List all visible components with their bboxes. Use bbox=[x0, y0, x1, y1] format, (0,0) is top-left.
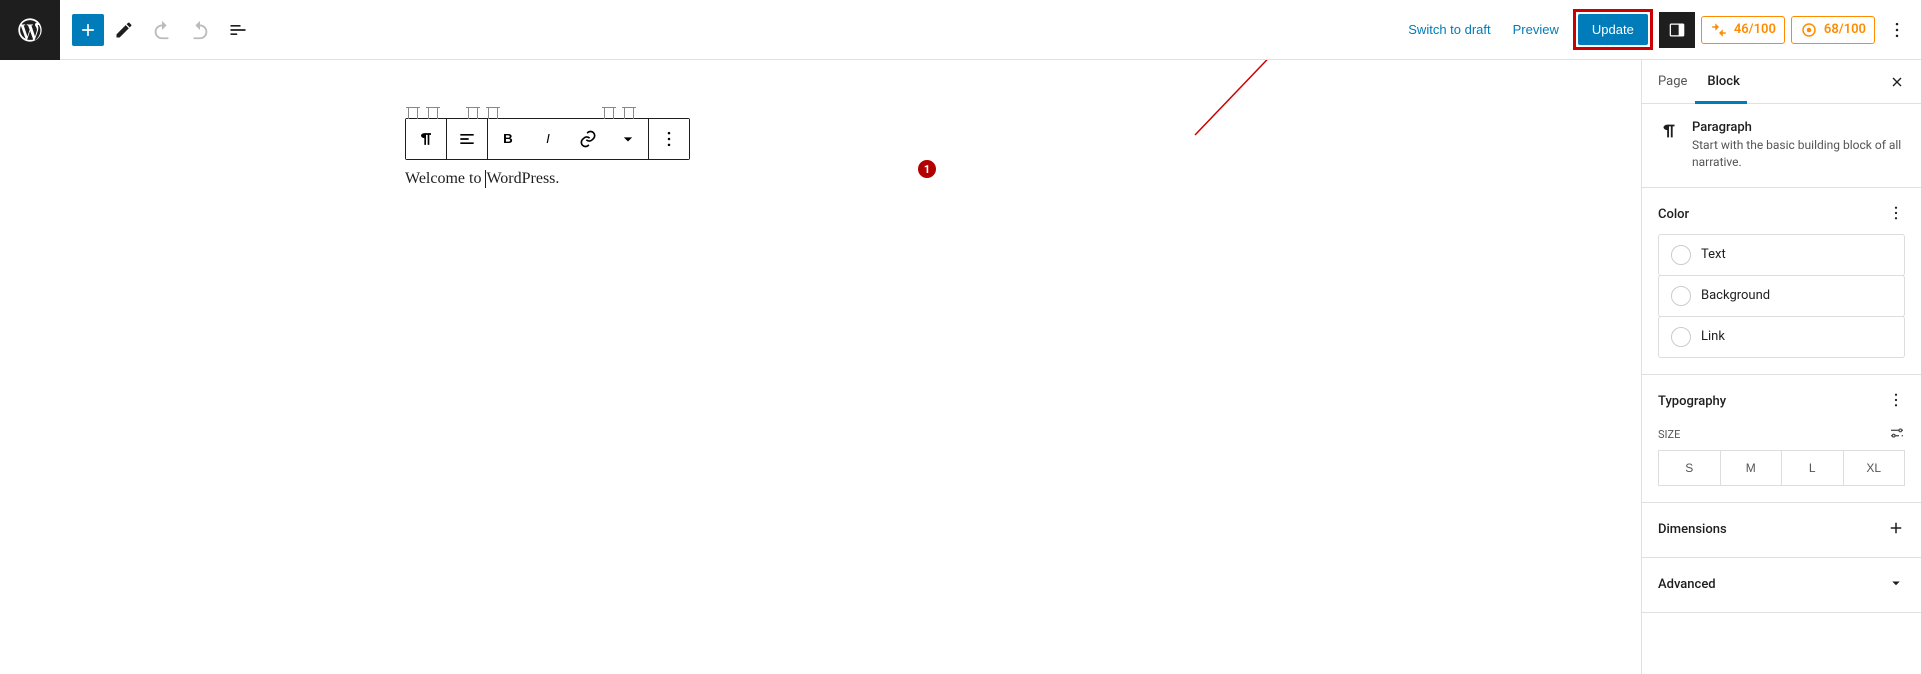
link-swatch bbox=[1671, 327, 1691, 347]
chevron-down-icon bbox=[1887, 574, 1905, 596]
toolbar-right: Switch to draft Preview Update 46/100 68… bbox=[1400, 9, 1913, 50]
more-format-button[interactable] bbox=[608, 119, 648, 159]
more-vertical-icon bbox=[1887, 204, 1905, 222]
color-background-label: Background bbox=[1701, 288, 1770, 303]
more-vertical-icon bbox=[1887, 20, 1907, 40]
advanced-panel[interactable]: Advanced bbox=[1642, 558, 1921, 613]
seo-score-2-value: 68/100 bbox=[1824, 22, 1866, 37]
block-type-button[interactable] bbox=[406, 119, 446, 159]
background-swatch bbox=[1671, 286, 1691, 306]
color-background-row[interactable]: Background bbox=[1658, 275, 1905, 317]
dimensions-heading: Dimensions bbox=[1658, 522, 1727, 537]
paragraph-text-after: WordPress. bbox=[486, 170, 559, 187]
bold-icon: B bbox=[498, 129, 518, 149]
size-m[interactable]: M bbox=[1720, 451, 1782, 485]
annotation-badge-1: 1 bbox=[918, 160, 936, 178]
sidebar-icon bbox=[1667, 20, 1687, 40]
add-block-button[interactable] bbox=[72, 14, 104, 46]
update-highlight: Update bbox=[1573, 9, 1653, 50]
switch-to-draft-button[interactable]: Switch to draft bbox=[1400, 16, 1498, 43]
tab-block[interactable]: Block bbox=[1697, 60, 1749, 103]
paragraph-icon bbox=[1658, 120, 1680, 146]
settings-sidebar-button[interactable] bbox=[1659, 12, 1695, 48]
color-panel: Color Text Background Link bbox=[1642, 188, 1921, 375]
seo-score-1[interactable]: 46/100 bbox=[1701, 16, 1785, 44]
preview-button[interactable]: Preview bbox=[1505, 16, 1567, 43]
redo-icon bbox=[189, 19, 211, 41]
more-vertical-icon bbox=[1887, 391, 1905, 409]
seo-score-2[interactable]: 68/100 bbox=[1791, 16, 1875, 44]
typography-panel: Typography SIZE S M L XL bbox=[1642, 375, 1921, 503]
align-icon bbox=[457, 129, 477, 149]
plus-icon bbox=[1887, 519, 1905, 541]
toolbar-left bbox=[0, 0, 256, 60]
align-button[interactable] bbox=[447, 119, 487, 159]
pencil-icon bbox=[114, 20, 134, 40]
sidebar-tabs: Page Block bbox=[1642, 60, 1921, 104]
close-icon bbox=[1889, 74, 1905, 90]
more-options-button[interactable] bbox=[1881, 12, 1913, 48]
wordpress-icon bbox=[16, 16, 44, 44]
dimensions-panel[interactable]: Dimensions bbox=[1642, 503, 1921, 558]
redo-button[interactable] bbox=[182, 12, 218, 48]
paragraph-block[interactable]: Welcome to WordPress. bbox=[405, 170, 1065, 188]
wordpress-logo[interactable] bbox=[0, 0, 60, 60]
editor-area: B I Welcome to WordPress. bbox=[405, 118, 1065, 188]
bold-button[interactable]: B bbox=[488, 119, 528, 159]
list-icon bbox=[228, 20, 248, 40]
svg-text:I: I bbox=[546, 131, 550, 146]
more-vertical-icon bbox=[659, 129, 679, 149]
plus-icon bbox=[78, 20, 98, 40]
italic-icon: I bbox=[538, 129, 558, 149]
color-options-button[interactable] bbox=[1887, 204, 1905, 226]
text-swatch bbox=[1671, 245, 1691, 265]
block-info-panel: Paragraph Start with the basic building … bbox=[1642, 104, 1921, 188]
seo-icon-1 bbox=[1710, 21, 1728, 39]
block-description: Start with the basic building block of a… bbox=[1692, 137, 1905, 171]
seo-icon-2 bbox=[1800, 21, 1818, 39]
settings-sidebar: Page Block Paragraph Start with the basi… bbox=[1641, 60, 1921, 674]
close-sidebar-button[interactable] bbox=[1879, 64, 1915, 100]
block-title: Paragraph bbox=[1692, 120, 1905, 135]
paragraph-text-before: Welcome to bbox=[405, 170, 485, 187]
size-label: SIZE bbox=[1658, 428, 1680, 441]
size-buttons: S M L XL bbox=[1658, 450, 1905, 486]
block-toolbar: B I bbox=[405, 118, 690, 160]
drag-handles-top[interactable] bbox=[408, 107, 644, 119]
update-button[interactable]: Update bbox=[1578, 14, 1648, 45]
edit-mode-button[interactable] bbox=[106, 12, 142, 48]
editor-canvas: B I Welcome to WordPress. bbox=[0, 60, 1641, 674]
typography-heading: Typography bbox=[1658, 394, 1726, 409]
size-xl[interactable]: XL bbox=[1843, 451, 1905, 485]
chevron-down-icon bbox=[618, 129, 638, 149]
size-s[interactable]: S bbox=[1659, 451, 1720, 485]
color-text-row[interactable]: Text bbox=[1658, 234, 1905, 276]
italic-button[interactable]: I bbox=[528, 119, 568, 159]
color-link-label: Link bbox=[1701, 329, 1725, 344]
undo-button[interactable] bbox=[144, 12, 180, 48]
svg-text:B: B bbox=[503, 131, 513, 146]
seo-score-1-value: 46/100 bbox=[1734, 22, 1776, 37]
paragraph-icon bbox=[416, 129, 436, 149]
advanced-heading: Advanced bbox=[1658, 577, 1716, 592]
undo-icon bbox=[151, 19, 173, 41]
link-icon bbox=[578, 129, 598, 149]
typography-options-button[interactable] bbox=[1887, 391, 1905, 413]
size-l[interactable]: L bbox=[1781, 451, 1843, 485]
link-button[interactable] bbox=[568, 119, 608, 159]
size-custom-button[interactable] bbox=[1889, 425, 1905, 444]
top-toolbar: Switch to draft Preview Update 46/100 68… bbox=[0, 0, 1921, 60]
color-heading: Color bbox=[1658, 207, 1689, 222]
sliders-icon bbox=[1889, 425, 1905, 441]
block-more-button[interactable] bbox=[649, 119, 689, 159]
color-text-label: Text bbox=[1701, 247, 1726, 262]
document-overview-button[interactable] bbox=[220, 12, 256, 48]
tab-page[interactable]: Page bbox=[1648, 60, 1697, 103]
color-link-row[interactable]: Link bbox=[1658, 316, 1905, 358]
